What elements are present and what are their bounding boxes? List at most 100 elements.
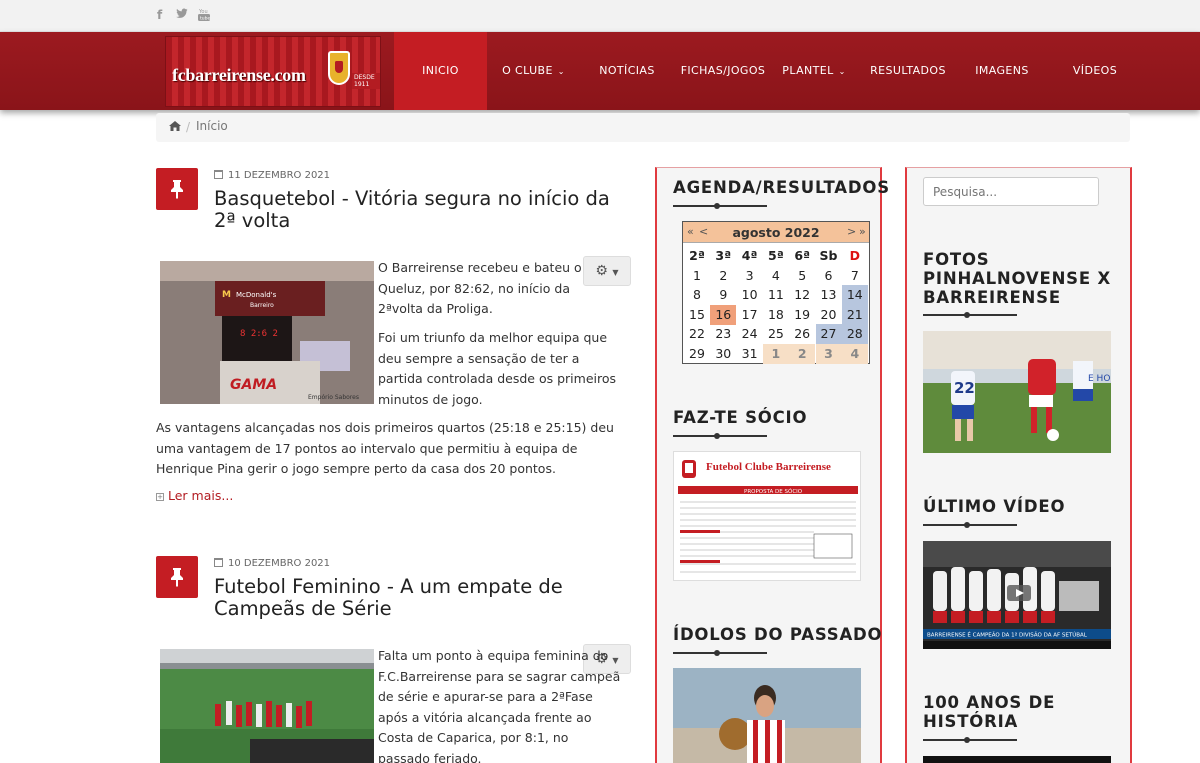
fotos-photo[interactable]: 22 E HO (923, 331, 1111, 453)
nav-resultados[interactable]: RESULTADOS (862, 32, 954, 110)
svg-text:8 2:6 2: 8 2:6 2 (240, 329, 278, 339)
title-divider (673, 203, 767, 209)
calendar-day[interactable]: 4 (763, 266, 789, 286)
nav-noticias[interactable]: NOTÍCIAS (587, 32, 667, 110)
calendar-widget: « < agosto 2022 > » 2ª 3ª 4ª 5ª 6ª Sb D 1 2 3 4 5 6 7… (682, 221, 870, 364)
article-title[interactable]: Futebol Feminino - A um empate de Campeã… (214, 576, 634, 620)
title-divider (923, 312, 1017, 318)
calendar-day[interactable]: 17 (737, 305, 763, 325)
historia-image[interactable] (923, 756, 1111, 763)
site-header: fcbarreirense.com DESDE 1911 INICIO O CL… (0, 32, 1200, 110)
calendar-day[interactable]: 11 (763, 285, 789, 305)
fotos-title: FOTOS PINHALNOVENSE X BARREIRENSE (923, 250, 1111, 307)
calendar-day[interactable]: 18 (763, 305, 789, 325)
next-year-button[interactable]: » (859, 225, 866, 238)
calendar-day[interactable]: 1 (684, 266, 710, 286)
youtube-icon[interactable]: You tube (198, 8, 210, 24)
nav-imagens[interactable]: IMAGENS (964, 32, 1040, 110)
read-more-link[interactable]: + Ler mais... (156, 488, 233, 503)
article-photo[interactable] (160, 649, 374, 763)
calendar-day[interactable]: 7 (842, 266, 868, 286)
svg-text:22: 22 (954, 379, 975, 397)
article-item: 10 DEZEMBRO 2021 Futebol Feminino - A um… (156, 556, 636, 763)
form-title: PROPOSTA DE SÓCIO (744, 488, 803, 495)
svg-text:E HO: E HO (1088, 374, 1110, 384)
calendar-day[interactable]: 1 (762, 343, 789, 364)
nav-videos[interactable]: VÍDEOS (1060, 32, 1130, 110)
article-item: 11 DEZEMBRO 2021 Basquetebol - Vitória s… (156, 168, 636, 518)
svg-text:tube: tube (200, 16, 210, 22)
video-title: ÚLTIMO VÍDEO (923, 497, 1066, 516)
calendar-day[interactable]: 2 (789, 343, 816, 364)
calendar-weekday: 3ª (715, 248, 732, 263)
facebook-icon[interactable]: f (157, 8, 162, 22)
calendar-weekday: Sb (819, 248, 838, 263)
breadcrumb-separator: / (186, 120, 191, 134)
search-input[interactable] (923, 177, 1099, 206)
calendar-day[interactable]: 23 (710, 324, 736, 344)
calendar-day[interactable]: 21 (841, 304, 868, 325)
calendar-day[interactable]: 26 (789, 324, 815, 344)
calendar-day[interactable]: 8 (684, 285, 710, 305)
article-paragraph: Falta um ponto à equipa feminina do F.C.… (378, 648, 621, 763)
article-photo[interactable]: M McDonald's Barreiro 8 2:6 2 GAMA Empór… (160, 261, 374, 404)
nav-o-clube[interactable]: O CLUBE ⌄ (487, 32, 580, 110)
calendar-day[interactable]: 27 (815, 324, 842, 344)
calendar-day[interactable]: 19 (789, 305, 815, 325)
svg-text:You: You (198, 9, 208, 15)
calendar-day[interactable]: 10 (737, 285, 763, 305)
nav-fichas-jogos[interactable]: FICHAS/JOGOS (674, 32, 772, 110)
calendar-day[interactable]: 2 (710, 266, 736, 286)
video-thumbnail[interactable]: BARREIRENSE É CAMPEÃO DA 1ª DIVISÃO DA A… (923, 541, 1111, 649)
calendar-day[interactable]: 29 (684, 344, 710, 364)
agenda-title: AGENDA/RESULTADOS (673, 178, 890, 197)
calendar-day[interactable]: 6 (816, 266, 842, 286)
next-month-button[interactable]: > (847, 225, 856, 238)
plus-icon: + (156, 493, 164, 501)
article-title[interactable]: Basquetebol - Vitória segura no início d… (214, 188, 634, 232)
site-logo[interactable]: fcbarreirense.com DESDE 1911 (165, 36, 381, 107)
socio-title: FAZ-TE SÓCIO (673, 408, 808, 427)
calendar-day[interactable]: 5 (789, 266, 815, 286)
top-bar: f You tube (0, 0, 1200, 32)
twitter-icon[interactable] (176, 8, 188, 22)
chevron-down-icon: ⌄ (835, 67, 846, 76)
calendar-weekday: 5ª (768, 248, 784, 263)
photo-sign-gama: GAMA (230, 377, 277, 393)
home-icon[interactable] (169, 120, 181, 134)
calendar-day[interactable]: 25 (763, 324, 789, 344)
title-divider (673, 650, 767, 656)
calendar-day[interactable]: 31 (737, 344, 763, 364)
idolos-title: ÍDOLOS DO PASSADO (673, 625, 883, 644)
calendar-day[interactable]: 15 (684, 305, 710, 325)
title-divider (673, 433, 767, 439)
nav-inicio[interactable]: INICIO (394, 32, 487, 110)
calendar-day[interactable]: 3 (737, 266, 763, 286)
calendar-day[interactable]: 3 (815, 343, 842, 364)
pin-icon (156, 556, 198, 598)
calendar-day[interactable]: 24 (737, 324, 763, 344)
calendar-day[interactable]: 20 (816, 305, 842, 325)
historia-title: 100 ANOS DE HISTÓRIA (923, 693, 1056, 731)
calendar-day[interactable]: 4 (841, 343, 868, 364)
nav-plantel[interactable]: PLANTEL ⌄ (772, 32, 856, 110)
calendar-day[interactable]: 12 (789, 285, 815, 305)
calendar-weekday: D (849, 248, 860, 263)
idolos-photo[interactable] (673, 668, 861, 763)
calendar-day[interactable]: 14 (841, 285, 868, 305)
calendar-day[interactable]: 16 (710, 304, 737, 325)
calendar-day[interactable]: 30 (710, 344, 736, 364)
calendar-day[interactable]: 9 (710, 285, 736, 305)
calendar-header: « < agosto 2022 > » (683, 222, 869, 243)
membership-form-image[interactable]: Futebol Clube Barreirense PROPOSTA DE SÓ… (673, 451, 861, 581)
calendar-day[interactable]: 28 (841, 324, 868, 344)
calendar-day[interactable]: 22 (684, 324, 710, 344)
calendar-month: agosto 2022 (732, 225, 820, 240)
article-date: 10 DEZEMBRO 2021 (214, 558, 330, 569)
caret-down-icon: ▼ (612, 268, 619, 277)
logo-text: fcbarreirense.com (172, 65, 306, 85)
pin-icon (156, 168, 198, 210)
club-crest-icon (328, 51, 350, 85)
calendar-day[interactable]: 13 (816, 285, 842, 305)
calendar-weekday: 4ª (741, 248, 758, 263)
